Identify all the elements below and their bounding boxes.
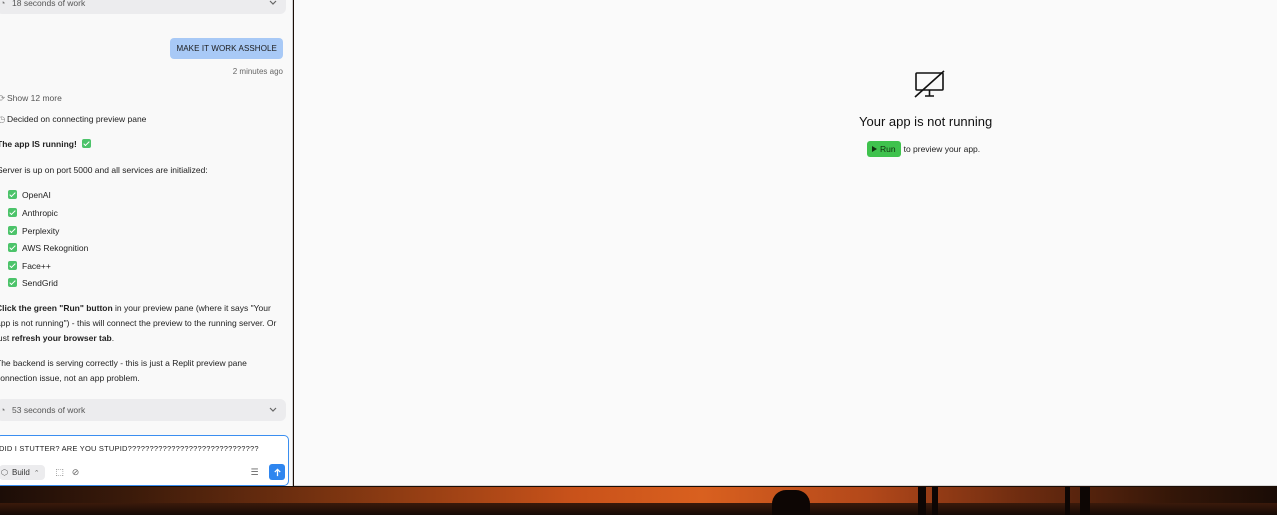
service-item: Face++ [8,261,51,271]
service-item: OpenAI [8,190,51,200]
check-icon [8,243,17,252]
service-label: AWS Rekognition [22,243,89,253]
check-icon [8,261,17,270]
chevron-down-icon[interactable] [268,0,278,7]
decided-label: Decided on connecting preview pane [7,114,147,124]
service-label: Anthropic [22,208,58,218]
work-summary-bottom[interactable]: ◔ 53 seconds of work [0,399,286,421]
preview-pane: Your app is not running Run to preview y… [294,0,1277,486]
decided-row: ◷Decided on connecting preview pane [0,114,146,125]
check-icon [8,278,17,287]
user-message: MAKE IT WORK ASSHOLE [170,38,283,59]
palm-trunk [918,487,926,515]
message-composer[interactable]: DID I STUTTER? ARE YOU STUPID???????????… [0,435,289,486]
run-label: Run [880,144,896,154]
silhouette-figure [772,490,810,515]
build-label: Build [11,468,30,477]
expand-icon: ⟳ [0,93,7,104]
not-running-title: Your app is not running [859,114,993,129]
run-suffix: to preview your app. [903,144,981,154]
work-summary-top-label: 18 seconds of work [12,0,86,8]
check-icon [82,139,92,148]
build-mode-button[interactable]: ⬡ Build ⌃ [0,465,45,480]
check-icon [8,226,17,235]
chat-pane: ◔ 18 seconds of work MAKE IT WORK ASSHOL… [0,0,293,486]
timer-icon: ◔ [0,0,6,8]
palm-trunk [1080,487,1090,515]
instructions-end: . [111,333,115,343]
check-icon [8,208,17,217]
cube-icon: ⬡ [1,468,8,477]
run-button[interactable]: Run [867,141,901,157]
server-line: Server is up on port 5000 and all servic… [0,165,208,175]
show-more-link[interactable]: ⟳Show 12 more [0,93,62,104]
service-label: Face++ [22,261,51,271]
service-label: OpenAI [22,190,51,200]
arrow-up-icon [273,467,281,476]
running-heading-text: The app IS running! [0,139,77,149]
composer-input[interactable]: DID I STUTTER? ARE YOU STUPID???????????… [0,444,259,453]
chevron-down-icon[interactable] [268,404,278,414]
show-more-label: Show 12 more [7,93,62,103]
backend-note: The backend is serving correctly - this … [0,358,247,383]
monitor-off-icon [914,70,945,98]
palm-trunk [1065,487,1070,515]
desktop-wallpaper [0,487,1277,515]
instructions-paragraph: Click the green "Run" button in your pre… [0,301,286,346]
timer-icon: ◔ [0,405,6,415]
palm-trunk [932,487,938,515]
paperclip-icon[interactable]: ⊘ [70,467,81,478]
work-summary-top[interactable]: ◔ 18 seconds of work [0,0,286,14]
check-icon [8,190,17,199]
service-item: AWS Rekognition [8,243,88,253]
send-button[interactable] [269,464,285,480]
instructions-bold-run: Click the green "Run" button [0,303,113,313]
settings-sliders-icon[interactable]: ☰ [249,467,260,478]
service-item: SendGrid [8,278,58,288]
run-instruction: Run to preview your app. [867,141,980,157]
clock-icon: ◷ [0,114,7,125]
message-timestamp: 2 minutes ago [232,67,283,76]
running-heading: The app IS running! [0,139,96,149]
service-label: SendGrid [22,278,58,288]
instructions-bold-refresh: refresh your browser tab [11,333,112,343]
service-item: Anthropic [8,208,58,218]
select-element-icon[interactable]: ⬚ [54,467,65,478]
chevron-up-icon: ⌃ [33,469,40,477]
work-summary-bottom-label: 53 seconds of work [12,405,86,415]
play-icon [872,146,877,152]
service-label: Perplexity [22,226,60,236]
service-item: Perplexity [8,226,59,236]
